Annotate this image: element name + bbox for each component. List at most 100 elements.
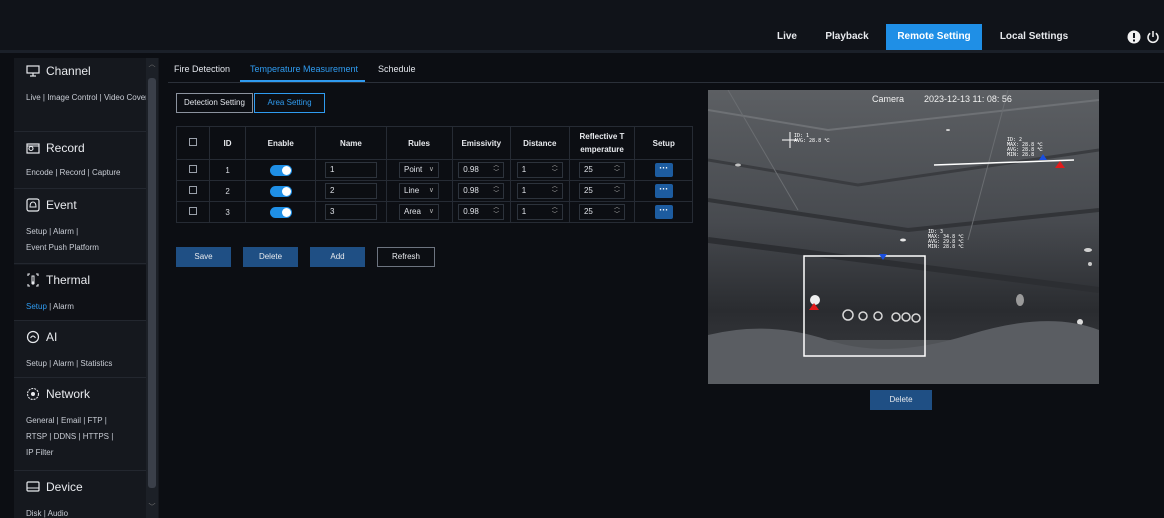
row-rules-cell[interactable]: Line ∨ <box>385 180 453 202</box>
nav-live[interactable]: Live <box>770 24 804 50</box>
row-name-cell[interactable]: 3 <box>315 201 387 223</box>
row-name-cell[interactable]: 2 <box>315 180 387 202</box>
info-icon[interactable] <box>1127 30 1141 44</box>
sidebar-label-thermal[interactable]: Thermal <box>46 273 90 287</box>
setup-button[interactable]: ··· <box>654 184 673 198</box>
reflective-stepper[interactable]: 25 ︿ ﹀ <box>578 204 625 220</box>
row-checkbox[interactable] <box>188 207 197 215</box>
enable-toggle[interactable] <box>269 164 292 176</box>
rules-select[interactable]: Area ∨ <box>399 204 440 220</box>
setup-button[interactable]: ··· <box>654 163 673 177</box>
scroll-up-icon[interactable]: ︿ <box>148 61 156 69</box>
spin-arrows-icon[interactable]: ︿ ﹀ <box>614 205 620 219</box>
reflective-stepper[interactable]: 25 ︿ ﹀ <box>578 183 625 199</box>
sidebar-label-device[interactable]: Device <box>46 480 83 494</box>
power-icon[interactable] <box>1146 30 1160 44</box>
row-enable[interactable] <box>245 201 317 223</box>
sidebar-links-channel[interactable]: Live | Image Control | Video Cover <box>26 90 151 106</box>
name-input[interactable]: 3 <box>324 204 377 220</box>
scroll-down-icon[interactable]: ﹀ <box>148 504 156 512</box>
emissivity-stepper[interactable]: 0.98 ︿ ﹀ <box>458 162 505 178</box>
camera-delete-button[interactable]: Delete <box>870 390 932 410</box>
header-select-all[interactable] <box>176 126 210 160</box>
subtab-detection-setting[interactable]: Detection Setting <box>176 93 253 113</box>
rules-select[interactable]: Line ∨ <box>399 183 440 199</box>
sidebar-event-links-1[interactable]: Setup | Alarm | <box>26 224 151 240</box>
reflective-stepper[interactable]: 25 ︿ ﹀ <box>578 162 625 178</box>
sidebar-network-links-2[interactable]: RTSP | DDNS | HTTPS | <box>26 429 151 445</box>
sidebar-label-network[interactable]: Network <box>46 387 90 401</box>
select-all-checkbox[interactable] <box>188 138 197 146</box>
tab-fire-detection[interactable]: Fire Detection <box>174 64 230 74</box>
row-enable[interactable] <box>245 159 317 181</box>
sidebar-link-thermal-setup[interactable]: Setup <box>26 302 47 311</box>
enable-toggle[interactable] <box>269 185 292 197</box>
emissivity-stepper[interactable]: 0.98 ︿ ﹀ <box>458 204 505 220</box>
sidebar-event-links-2[interactable]: Event Push Platform <box>26 240 151 256</box>
row-distance-cell[interactable]: 1 ︿ ﹀ <box>510 180 570 202</box>
spin-arrows-icon[interactable]: ︿ ﹀ <box>614 184 620 198</box>
spin-arrows-icon[interactable]: ︿ ﹀ <box>552 163 558 177</box>
row-distance-cell[interactable]: 1 ︿ ﹀ <box>510 201 570 223</box>
sidebar-network-links-1[interactable]: General | Email | FTP | <box>26 413 151 429</box>
row-checkbox[interactable] <box>188 165 197 173</box>
rules-select[interactable]: Point ∨ <box>399 162 440 178</box>
row-reflective-cell[interactable]: 25 ︿ ﹀ <box>568 201 636 223</box>
spin-arrows-icon[interactable]: ︿ ﹀ <box>614 163 620 177</box>
name-input[interactable]: 2 <box>324 183 377 199</box>
add-button[interactable]: Add <box>310 247 365 267</box>
sidebar-network-links-3[interactable]: IP Filter <box>26 445 151 461</box>
sidebar-link-thermal-alarm[interactable]: | Alarm <box>47 302 74 311</box>
row-checkbox[interactable] <box>188 186 197 194</box>
sidebar-label-record[interactable]: Record <box>46 141 85 155</box>
row-distance-cell[interactable]: 1 ︿ ﹀ <box>510 159 570 181</box>
save-button[interactable]: Save <box>176 247 231 267</box>
nav-remote-setting[interactable]: Remote Setting <box>886 24 982 50</box>
row-checkbox-cell[interactable] <box>176 159 210 181</box>
spin-arrows-icon[interactable]: ︿ ﹀ <box>493 184 499 198</box>
sidebar-links-ai[interactable]: Setup | Alarm | Statistics <box>26 356 151 372</box>
row-reflective-cell[interactable]: 25 ︿ ﹀ <box>568 180 636 202</box>
row-reflective-cell[interactable]: 25 ︿ ﹀ <box>568 159 636 181</box>
refresh-button[interactable]: Refresh <box>377 247 435 267</box>
distance-stepper[interactable]: 1 ︿ ﹀ <box>516 162 563 178</box>
sidebar-label-channel[interactable]: Channel <box>46 64 91 78</box>
nav-local-settings[interactable]: Local Settings <box>992 24 1076 50</box>
enable-toggle[interactable] <box>269 206 292 218</box>
row-rules-cell[interactable]: Area ∨ <box>385 201 453 223</box>
row-emissivity-cell[interactable]: 0.98 ︿ ﹀ <box>451 159 511 181</box>
distance-stepper[interactable]: 1 ︿ ﹀ <box>516 183 563 199</box>
delete-button[interactable]: Delete <box>243 247 298 267</box>
spin-arrows-icon[interactable]: ︿ ﹀ <box>493 205 499 219</box>
row-emissivity-cell[interactable]: 0.98 ︿ ﹀ <box>451 180 511 202</box>
spin-arrows-icon[interactable]: ︿ ﹀ <box>552 205 558 219</box>
row-setup-cell[interactable]: ··· <box>634 201 693 223</box>
distance-stepper[interactable]: 1 ︿ ﹀ <box>516 204 563 220</box>
row-enable[interactable] <box>245 180 317 202</box>
sidebar-label-ai[interactable]: AI <box>46 330 57 344</box>
subtab-area-setting[interactable]: Area Setting <box>254 93 325 113</box>
tab-temperature-measurement[interactable]: Temperature Measurement <box>250 64 358 74</box>
row-name-cell[interactable]: 1 <box>315 159 387 181</box>
spin-arrows-icon[interactable]: ︿ ﹀ <box>552 184 558 198</box>
name-input[interactable]: 1 <box>324 162 377 178</box>
spin-arrows-icon[interactable]: ︿ ﹀ <box>493 163 499 177</box>
emissivity-stepper[interactable]: 0.98 ︿ ﹀ <box>458 183 505 199</box>
sidebar-scrollbar[interactable]: ︿ ﹀ <box>146 58 158 518</box>
row-setup-cell[interactable]: ··· <box>634 180 693 202</box>
row-setup-cell[interactable]: ··· <box>634 159 693 181</box>
sidebar-links-event[interactable]: Setup | Alarm | Event Push Platform <box>26 224 151 256</box>
tab-schedule[interactable]: Schedule <box>378 64 416 74</box>
nav-playback[interactable]: Playback <box>820 24 874 50</box>
thermal-camera-view[interactable]: Camera 2023-12-13 11: 08: 56 ID: 1 AVG: … <box>708 90 1099 384</box>
sidebar-links-record[interactable]: Encode | Record | Capture <box>26 165 151 181</box>
row-emissivity-cell[interactable]: 0.98 ︿ ﹀ <box>451 201 511 223</box>
sidebar-links-device[interactable]: Disk | Audio <box>26 506 151 518</box>
row-rules-cell[interactable]: Point ∨ <box>385 159 453 181</box>
row-checkbox-cell[interactable] <box>176 201 210 223</box>
setup-button[interactable]: ··· <box>654 205 673 219</box>
row-checkbox-cell[interactable] <box>176 180 210 202</box>
sidebar-links-network[interactable]: General | Email | FTP | RTSP | DDNS | HT… <box>26 413 151 461</box>
sidebar-label-event[interactable]: Event <box>46 198 77 212</box>
sidebar-scroll-thumb[interactable] <box>148 78 156 488</box>
